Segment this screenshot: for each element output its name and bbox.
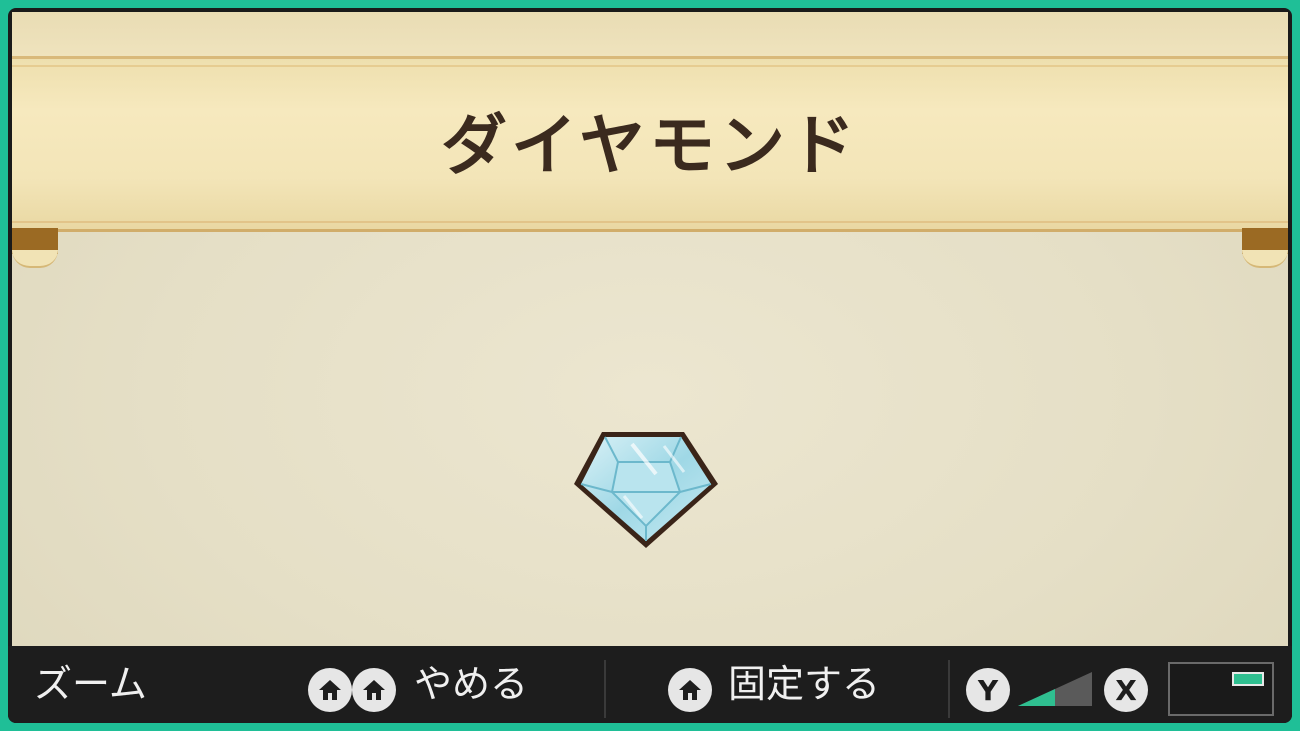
quit-label[interactable]: やめる <box>414 660 528 708</box>
minimap <box>1168 662 1274 716</box>
banner-fold-right <box>1242 228 1288 268</box>
game-screen: ダイヤモンド ズーム やめる 固定する Y X <box>8 8 1292 723</box>
control-bar: ズーム やめる 固定する Y X <box>8 646 1292 723</box>
diamond-gem-icon <box>574 432 718 548</box>
zoom-label: ズーム <box>34 662 147 706</box>
divider <box>604 660 606 718</box>
zoom-out-button[interactable]: Y <box>966 668 1010 712</box>
home-button-icon[interactable] <box>308 668 352 712</box>
device-frame: ダイヤモンド ズーム やめる 固定する Y X <box>0 0 1300 731</box>
pin-label[interactable]: 固定する <box>728 660 880 708</box>
banner-fold-left <box>12 228 58 268</box>
divider <box>948 660 950 718</box>
home-button-icon[interactable] <box>352 668 396 712</box>
item-viewer: ダイヤモンド <box>12 12 1288 646</box>
item-title: ダイヤモンド <box>440 107 860 184</box>
zoom-level-indicator <box>1018 672 1092 706</box>
parchment-top <box>12 12 1288 56</box>
zoom-in-button[interactable]: X <box>1104 668 1148 712</box>
home-button-icon[interactable] <box>668 668 712 712</box>
minimap-position-marker <box>1232 672 1264 686</box>
